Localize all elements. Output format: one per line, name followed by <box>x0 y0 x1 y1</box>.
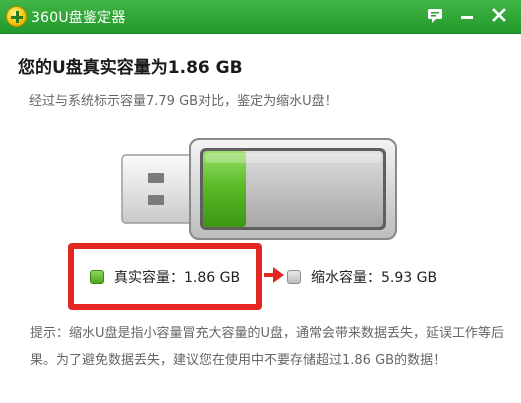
usb-connector <box>121 154 195 224</box>
arrow-right-icon <box>264 267 284 283</box>
shrink-capacity-swatch <box>287 270 301 284</box>
close-button[interactable] <box>487 4 511 26</box>
minimize-button[interactable] <box>455 4 479 26</box>
capacity-window-gloss <box>205 153 381 163</box>
real-capacity-swatch <box>90 270 104 284</box>
title-bar: 360U盘鉴定器 <box>0 0 521 34</box>
real-capacity-label: 真实容量：1.86 GB <box>114 270 241 286</box>
window-title: 360U盘鉴定器 <box>31 10 126 26</box>
usb-drive-illustration <box>121 138 397 240</box>
usb-contact-bottom <box>148 195 164 205</box>
usb-contact-top <box>148 173 164 183</box>
app-logo-icon <box>6 6 27 27</box>
legend-real-capacity: 真实容量：1.86 GB <box>90 266 240 288</box>
result-headline: 您的U盘真实容量为1.86 GB <box>18 58 243 78</box>
shrink-capacity-label: 缩水容量：5.93 GB <box>311 270 438 286</box>
tip-text: 提示：缩水U盘是指小容量冒充大容量的U盘，通常会带来数据丢失，延误工作等后果。为… <box>30 326 505 368</box>
legend-shrink-capacity: 缩水容量：5.93 GB <box>287 266 437 288</box>
result-subline: 经过与系统标示容量7.79 GB对比，鉴定为缩水U盘！ <box>29 94 338 109</box>
feedback-icon[interactable] <box>423 4 447 26</box>
